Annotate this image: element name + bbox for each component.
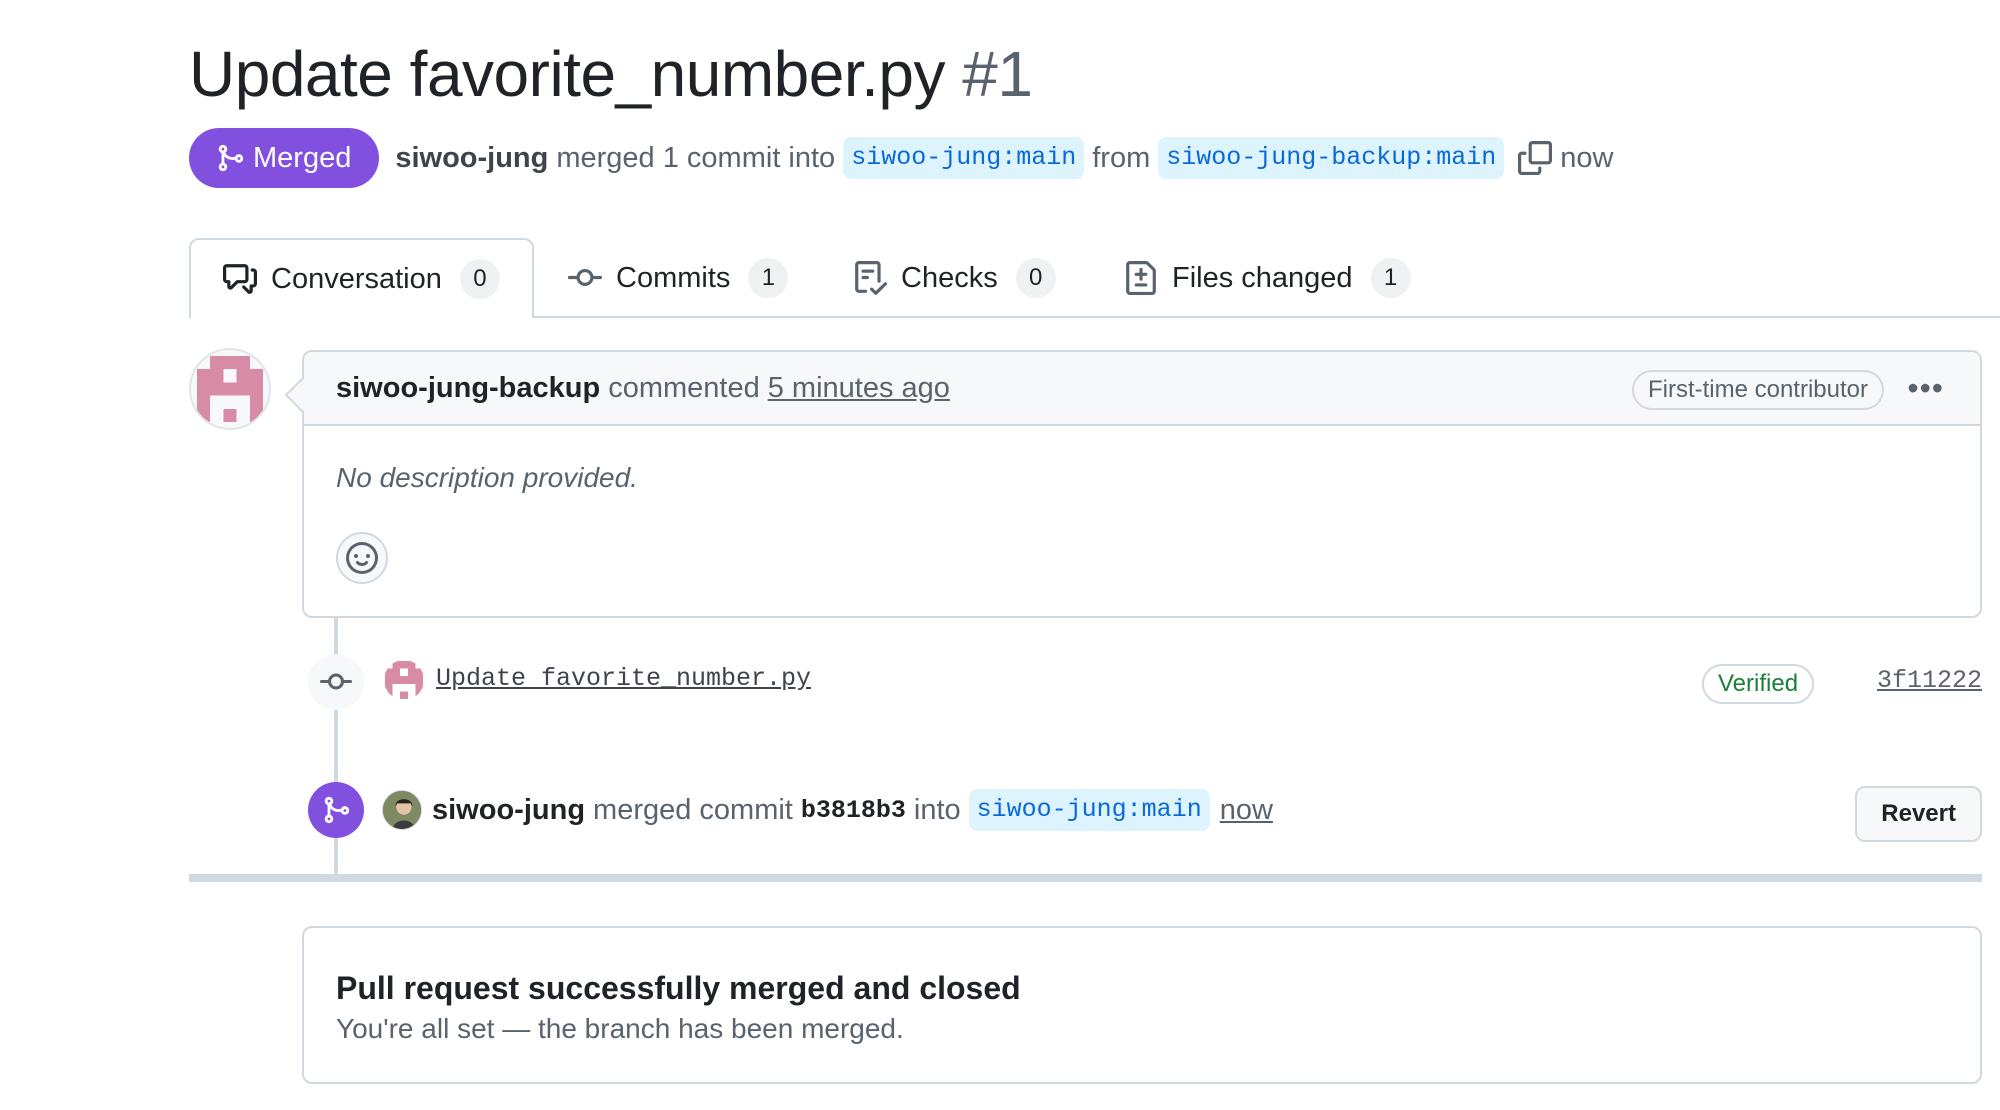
tab-label: Files changed [1172, 261, 1353, 294]
git-merge-icon [218, 144, 244, 172]
user-photo-avatar [383, 791, 421, 829]
comment: siwoo-jung-backup commented 5 minutes ag… [302, 350, 1982, 618]
copy-icon [1518, 141, 1553, 175]
tab-commits[interactable]: Commits 1 [568, 238, 789, 318]
tab-label: Checks [901, 261, 998, 294]
commit-message-link[interactable]: Update favorite_number.py [436, 664, 811, 693]
page-title: Update favorite_number.py #1 [189, 38, 1033, 110]
merge-text: merged commit [593, 793, 793, 826]
verified-badge[interactable]: Verified [1702, 664, 1815, 704]
pr-number: #1 [962, 38, 1033, 110]
commit-sha-link[interactable]: 3f11222 [1877, 666, 1982, 695]
merge-status-title: Pull request successfully merged and clo… [336, 970, 1021, 1006]
comment-author[interactable]: siwoo-jung-backup [336, 372, 600, 405]
into-text: into [913, 793, 961, 826]
file-diff-icon [1126, 261, 1156, 295]
comment-action: commented [608, 371, 760, 404]
checklist-icon [855, 261, 887, 295]
avatar[interactable] [382, 790, 422, 830]
comment-header: siwoo-jung-backup commented 5 minutes ag… [304, 352, 1980, 426]
state-label: Merged [253, 141, 352, 174]
timeline-end-divider [189, 874, 1982, 882]
tab-counter: 1 [748, 258, 789, 298]
tab-counter: 0 [1015, 258, 1056, 298]
tab-files-changed[interactable]: Files changed 1 [1124, 238, 1411, 318]
from-text: from [1092, 141, 1151, 174]
pr-title-text: Update favorite_number.py [189, 38, 945, 110]
tab-conversation[interactable]: Conversation 0 [189, 238, 534, 318]
tab-label: Commits [616, 261, 731, 294]
author-link[interactable]: siwoo-jung [395, 142, 548, 175]
contributor-badge: First-time contributor [1631, 370, 1884, 410]
comment-body: No description provided. [336, 462, 638, 493]
identicon-avatar [197, 356, 263, 422]
comment-discussion-icon [223, 264, 257, 294]
meta-time: now [1560, 141, 1614, 174]
merge-event: siwoo-jung merged commit b3818b3 into si… [432, 789, 1273, 831]
copy-branch-button[interactable] [1518, 141, 1553, 175]
git-commit-icon [568, 268, 602, 286]
merge-node [308, 782, 364, 838]
avatar[interactable] [189, 348, 271, 430]
merged-text: merged 1 commit into [556, 141, 836, 174]
tab-checks[interactable]: Checks 0 [853, 238, 1056, 318]
state-badge: Merged [189, 128, 380, 188]
smiley-icon [346, 542, 378, 574]
add-reaction-button[interactable] [336, 532, 388, 584]
git-commit-icon [320, 673, 352, 690]
head-branch[interactable]: siwoo-jung-backup:main [1158, 137, 1505, 179]
avatar[interactable] [384, 660, 424, 700]
merge-branch[interactable]: siwoo-jung:main [968, 789, 1210, 831]
merge-sha-link[interactable]: b3818b3 [801, 796, 906, 825]
commit-node [308, 654, 364, 710]
tab-counter: 0 [459, 259, 500, 299]
tab-label: Conversation [271, 262, 442, 295]
merge-status-box: Pull request successfully merged and clo… [302, 926, 1982, 1084]
kebab-horizontal-icon[interactable]: ••• [1907, 372, 1944, 404]
merge-status-subtitle: You're all set — the branch has been mer… [336, 1013, 904, 1044]
identicon-avatar [385, 661, 423, 699]
comment-time[interactable]: 5 minutes ago [768, 372, 950, 405]
tab-counter: 1 [1370, 258, 1411, 298]
base-branch[interactable]: siwoo-jung:main [843, 137, 1085, 179]
git-merge-icon [324, 796, 350, 824]
pr-meta: Merged siwoo-jung merged 1 commit into s… [189, 128, 1614, 188]
revert-button[interactable]: Revert [1855, 786, 1982, 842]
merge-author-link[interactable]: siwoo-jung [432, 794, 585, 827]
merge-time[interactable]: now [1220, 794, 1273, 827]
